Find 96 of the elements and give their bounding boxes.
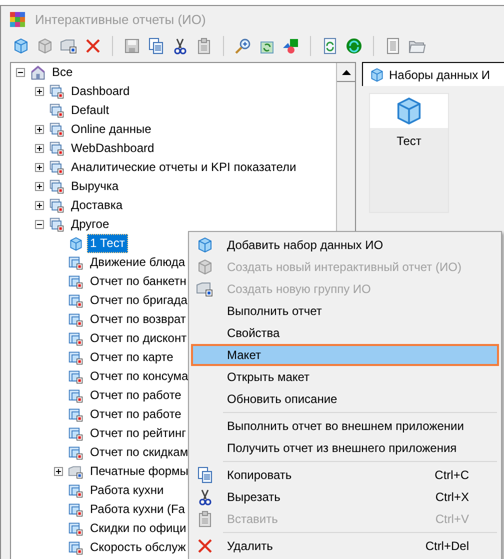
tree-item[interactable]: Доставка (68, 196, 126, 215)
delete-icon (196, 537, 214, 555)
tile-label: Тест (396, 134, 422, 148)
tree-toggle[interactable] (16, 68, 25, 77)
report-icon (68, 482, 84, 498)
up-arrow-icon[interactable] (342, 70, 350, 74)
shapes-icon[interactable] (281, 36, 301, 56)
shortcut-text: Ctrl+Del (425, 538, 469, 555)
menu-item[interactable]: Открыть макет (191, 366, 499, 388)
menu-item[interactable]: Удалить Ctrl+Del (191, 535, 499, 557)
report-folder-icon (49, 198, 65, 214)
window-title: Интерактивные отчеты (ИО) (35, 11, 206, 30)
tree-item[interactable]: Отчет по банкетн (87, 272, 190, 291)
tree-item[interactable]: Печатные формы (87, 462, 192, 481)
report-icon (68, 292, 84, 308)
copy-icon[interactable] (146, 36, 166, 56)
menu-item[interactable]: Получить отчет из внешнего приложения (191, 437, 499, 459)
tree-item[interactable]: Другое (68, 215, 112, 234)
tree-item[interactable]: Выручка (68, 177, 122, 196)
cut-icon (196, 488, 214, 506)
report-icon (68, 274, 84, 290)
tree-toggle[interactable] (54, 467, 63, 476)
tree-item[interactable]: 1 Тест (87, 234, 128, 253)
report-icon (68, 502, 84, 518)
paste-icon (196, 510, 214, 528)
report-folder-icon (49, 178, 65, 194)
tree-item[interactable]: Отчет по работе (87, 405, 184, 424)
copy-icon (196, 466, 214, 484)
tree-item[interactable]: Работа кухни (Fa (87, 500, 188, 519)
tree-toggle[interactable] (35, 125, 44, 134)
tree-item[interactable]: Отчет по дисконт (87, 329, 190, 348)
menu-item[interactable]: Макет (191, 344, 499, 366)
report-icon (68, 312, 84, 328)
tree-item[interactable]: Отчет по карте (87, 348, 176, 367)
folder-icon (196, 280, 214, 298)
cube-icon (196, 236, 214, 254)
tree-item[interactable]: Скидки по офици (87, 519, 190, 538)
tab-label: Наборы данных И (389, 66, 490, 84)
tree-item[interactable]: Отчет по рейтинг (87, 424, 189, 443)
shortcut-text: Ctrl+C (434, 467, 469, 484)
menu-item[interactable]: Добавить набор данных ИО (191, 234, 499, 256)
report-icon (68, 350, 84, 366)
tree-item[interactable]: Отчет по работе (87, 386, 184, 405)
tree-item[interactable]: WebDashboard (68, 139, 158, 158)
tree-item[interactable]: Аналитические отчеты и KPI показатели (68, 158, 300, 177)
report-icon (68, 540, 84, 556)
tree-item[interactable]: Отчет по бригада (87, 291, 190, 310)
app-icon (9, 11, 27, 29)
shortcut-text: Ctrl+X (435, 489, 469, 506)
save-icon[interactable] (122, 36, 142, 56)
tree-item[interactable]: Online данные (68, 120, 154, 139)
report-folder-icon (49, 122, 65, 138)
menu-item[interactable]: Вырезать Ctrl+X (191, 486, 499, 508)
home-icon (30, 64, 46, 80)
cube-icon (68, 236, 84, 252)
report-icon (68, 520, 84, 536)
report-icon (68, 388, 84, 404)
tree-toggle[interactable] (35, 144, 44, 153)
report-icon (68, 330, 84, 346)
cube-icon (369, 66, 385, 82)
tree-item[interactable]: Скорость обслуж (87, 538, 189, 557)
tree-toggle[interactable] (35, 182, 44, 191)
tree-toggle[interactable] (35, 163, 44, 172)
report-folder-icon (49, 216, 65, 232)
tree-item[interactable]: Отчет по скидкам (87, 443, 192, 462)
shortcut-text: Ctrl+V (435, 511, 469, 528)
report-icon (68, 426, 84, 442)
tree-item[interactable]: Default (68, 101, 112, 120)
report-icon (68, 406, 84, 422)
refresh-icon[interactable] (344, 36, 364, 56)
report-folder-icon (49, 102, 65, 118)
menu-item[interactable]: Выполнить отчет (191, 300, 499, 322)
zoom-icon[interactable] (233, 36, 253, 56)
report-icon (68, 254, 84, 270)
tree-toggle[interactable] (35, 220, 44, 229)
report-folder-icon (49, 160, 65, 176)
tree-item[interactable]: Отчет по возврат (87, 310, 189, 329)
tree-toggle[interactable] (35, 201, 44, 210)
panel-tab[interactable]: Наборы данных И (362, 62, 504, 86)
report-folder-icon (49, 84, 65, 100)
menu-item[interactable]: Выполнить отчет во внешнем приложении (191, 415, 499, 437)
dataset-tile[interactable]: Тест (369, 93, 449, 213)
menu-item[interactable]: Копировать Ctrl+C (191, 464, 499, 486)
tree-item[interactable]: Dashboard (68, 82, 133, 101)
menu-item[interactable]: Обновить описание (191, 388, 499, 410)
folder-icon (68, 464, 84, 480)
tree-item[interactable]: Отчет по консума (87, 367, 192, 386)
tree-toggle[interactable] (35, 87, 44, 96)
menu-item[interactable]: Свойства (191, 322, 499, 344)
report-folder-icon (49, 140, 65, 156)
tree-item[interactable]: Движение блюда (87, 253, 188, 272)
report-icon (68, 368, 84, 384)
report-icon (68, 444, 84, 460)
cube-icon (196, 258, 214, 276)
tree-item[interactable]: Все (49, 63, 76, 82)
tree-item[interactable]: Работа кухни (87, 481, 167, 500)
